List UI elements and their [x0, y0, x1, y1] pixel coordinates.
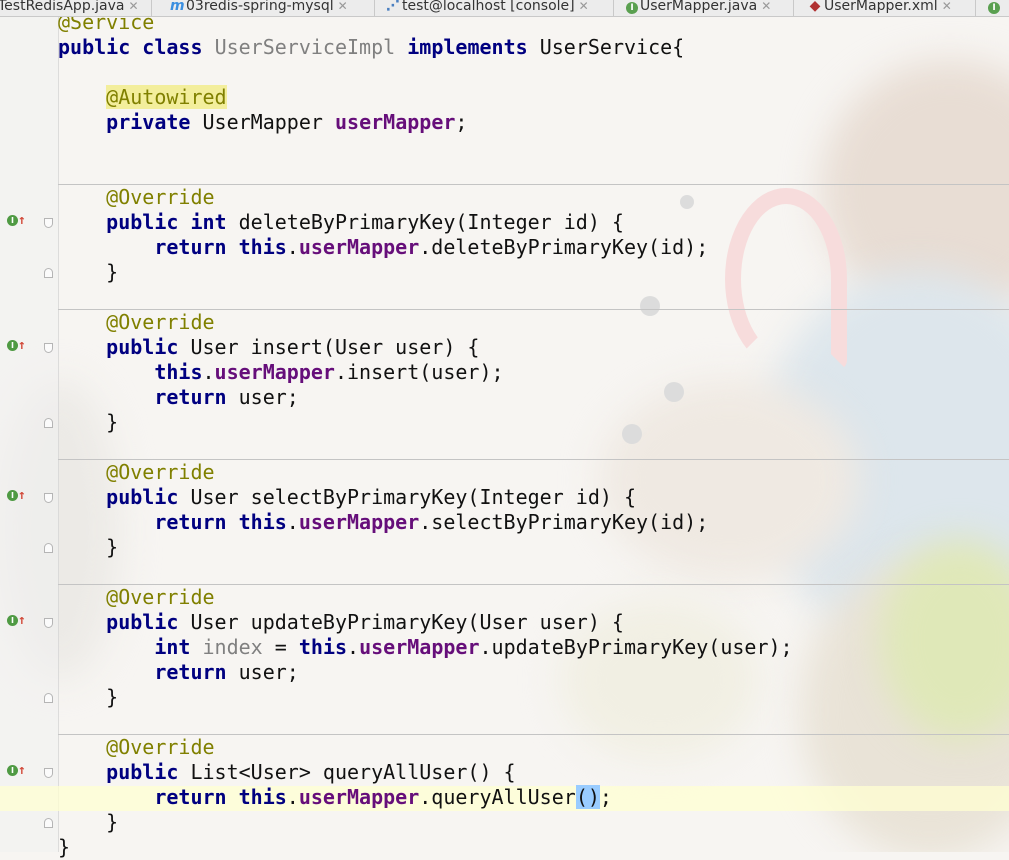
code-line: return user; — [154, 385, 299, 409]
code-editor[interactable]: @Service public class UserServiceImpl im… — [58, 0, 1009, 859]
go-to-super-arrow-icon: ↑ — [18, 763, 26, 778]
code-line-current: return this.userMapper.queryAllUser(); — [154, 785, 612, 809]
go-to-super-arrow-icon: ↑ — [18, 213, 26, 228]
maven-module-icon: m — [170, 0, 185, 14]
editor-gutter — [0, 17, 59, 852]
close-tab-icon[interactable]: ✕ — [338, 0, 348, 13]
code-line: return this.userMapper.selectByPrimaryKe… — [154, 510, 709, 534]
implements-method-icon: I — [7, 765, 18, 776]
go-to-super-arrow-icon: ↑ — [18, 338, 26, 353]
code-line: return this.userMapper.deleteByPrimaryKe… — [154, 235, 709, 259]
fold-icon[interactable] — [44, 218, 53, 228]
implements-method-icon: I — [7, 340, 18, 351]
code-line: } — [106, 410, 119, 434]
tab-module[interactable]: m03redis-spring-mysql ✕ — [166, 0, 375, 16]
code-line: this.userMapper.insert(user); — [154, 360, 504, 384]
implements-method-icon: I — [7, 215, 18, 226]
code-line: return user; — [154, 660, 299, 684]
code-line: } — [106, 685, 119, 709]
fold-icon[interactable] — [44, 618, 53, 628]
fold-icon[interactable] — [44, 343, 53, 353]
code-line-method-signature: public List<User> queryAllUser() { — [106, 760, 516, 784]
matched-paren-highlight: () — [575, 785, 600, 809]
code-line-method-signature: public User selectByPrimaryKey(Integer i… — [106, 485, 636, 509]
fold-icon[interactable] — [44, 268, 53, 278]
code-line: } — [106, 810, 119, 834]
code-line-class-declaration: public class UserServiceImpl implements … — [58, 35, 685, 59]
code-line-field: private UserMapper userMapper; — [106, 110, 468, 134]
code-line: @Override — [106, 460, 215, 484]
tab-usermapper-xml[interactable]: ◆ UserMapper.xml ✕ — [804, 0, 976, 16]
database-console-icon: ⋰ — [386, 0, 400, 14]
fold-icon[interactable] — [44, 768, 53, 778]
tab-overflow[interactable]: I — [984, 0, 1009, 16]
close-tab-icon[interactable]: ✕ — [129, 0, 139, 13]
code-line-method-signature: public User updateByPrimaryKey(User user… — [106, 610, 624, 634]
tab-label: TestRedisApp.java — [0, 0, 125, 14]
fold-icon[interactable] — [44, 418, 53, 428]
tab-console[interactable]: ⋰ test@localhost [console] ✕ — [382, 0, 614, 16]
code-line-method-signature: public int deleteByPrimaryKey(Integer id… — [106, 210, 624, 234]
close-tab-icon[interactable]: ✕ — [761, 0, 771, 13]
code-line: int index = this.userMapper.updateByPrim… — [154, 635, 793, 659]
implements-method-icon: I — [7, 490, 18, 501]
code-line: @Override — [106, 310, 215, 334]
implements-method-icon: I — [7, 615, 18, 626]
xml-file-icon: ◆ — [809, 0, 821, 14]
code-line-method-signature: public User insert(User user) { — [106, 335, 480, 359]
fold-icon[interactable] — [44, 543, 53, 553]
editor-tab-bar: TestRedisApp.java ✕ m03redis-spring-mysql… — [0, 0, 1009, 17]
code-line: @Override — [106, 585, 215, 609]
tab-testredisapp[interactable]: TestRedisApp.java ✕ — [0, 0, 152, 16]
tab-label: UserMapper.xml — [824, 0, 938, 14]
tab-label: 03redis-spring-mysql — [186, 0, 334, 14]
go-to-super-arrow-icon: ↑ — [18, 488, 26, 503]
code-line: } — [106, 260, 119, 284]
code-line: } — [58, 835, 71, 859]
tab-label: test@localhost [console] — [402, 0, 575, 14]
fold-icon[interactable] — [44, 818, 53, 828]
tab-label: UserMapper.java — [640, 0, 758, 14]
fold-icon[interactable] — [44, 693, 53, 703]
go-to-super-arrow-icon: ↑ — [18, 613, 26, 628]
tab-usermapper-java[interactable]: I UserMapper.java ✕ — [622, 0, 794, 16]
close-tab-icon[interactable]: ✕ — [942, 0, 952, 13]
fold-icon[interactable] — [44, 493, 53, 503]
code-line: @Autowired — [106, 85, 227, 109]
interface-icon: I — [626, 2, 638, 14]
interface-icon: I — [988, 2, 1000, 14]
code-line: } — [106, 535, 119, 559]
code-line: @Override — [106, 185, 215, 209]
code-line: @Override — [106, 735, 215, 759]
close-tab-icon[interactable]: ✕ — [579, 0, 589, 13]
